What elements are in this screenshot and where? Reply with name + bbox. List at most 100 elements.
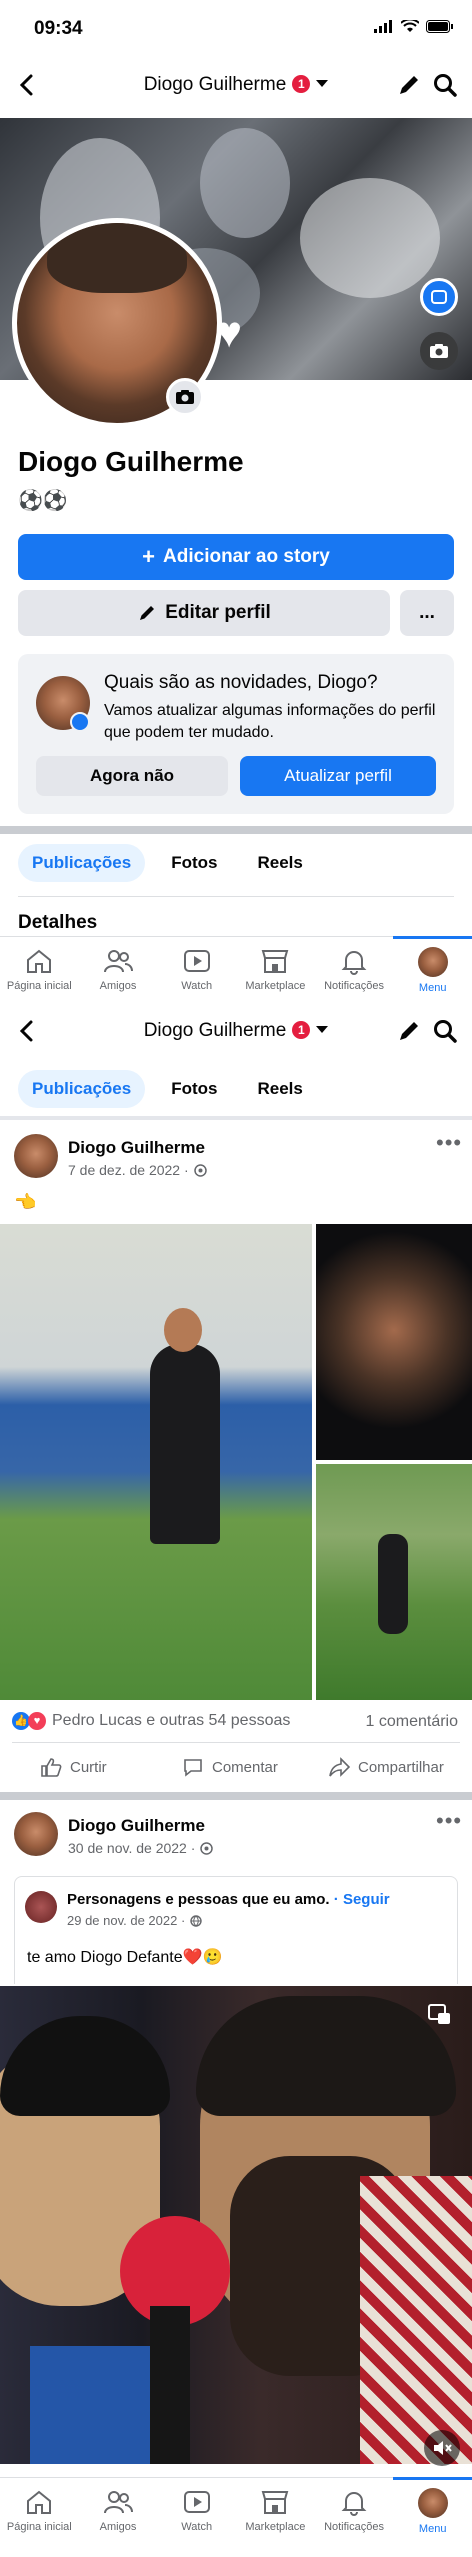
- globe-icon: [190, 1914, 202, 1927]
- shared-post-card[interactable]: Personagens e pessoas que eu amo. · Segu…: [14, 1876, 458, 1984]
- update-card-text: Vamos atualizar algumas informações do p…: [104, 702, 436, 741]
- more-options-button[interactable]: ...: [400, 590, 454, 636]
- home-icon: [27, 949, 52, 973]
- friends-privacy-icon: [193, 1163, 207, 1177]
- tab-posts[interactable]: Publicações: [18, 1070, 146, 1108]
- shared-page-header: Personagens e pessoas que eu amo. · Segu…: [67, 1891, 390, 1908]
- camera-icon: [176, 390, 194, 404]
- post-author-avatar[interactable]: [14, 1134, 58, 1178]
- signal-icon: [374, 20, 392, 33]
- section-divider: [0, 1116, 472, 1120]
- status-time: 09:34: [34, 18, 83, 39]
- menu-avatar: [417, 2488, 448, 2518]
- chevron-down-icon: [316, 80, 329, 87]
- search-icon[interactable]: [432, 72, 458, 98]
- post-text: 👈: [14, 1192, 37, 1212]
- divider: [18, 896, 454, 897]
- friends-icon: [104, 950, 133, 973]
- pencil-icon[interactable]: [396, 1018, 422, 1044]
- section-divider: [0, 826, 472, 834]
- profile-bio-emojis: ⚽⚽: [18, 490, 68, 512]
- pencil-icon[interactable]: [396, 72, 422, 98]
- share-button[interactable]: Compartilhar: [328, 1756, 444, 1778]
- cover-camera-button[interactable]: [420, 332, 458, 370]
- post-author-name[interactable]: Diogo Guilherme: [68, 1138, 205, 1158]
- bell-icon: [341, 951, 367, 975]
- status-icons: [374, 20, 454, 33]
- update-profile-card: Quais são as novidades, Diogo? Vamos atu…: [18, 654, 454, 814]
- post-date[interactable]: 30 de nov. de 2022 ·: [68, 1840, 214, 1856]
- post-options-icon[interactable]: •••: [436, 1808, 462, 1834]
- menu-avatar: [417, 947, 448, 977]
- notification-badge: 1: [292, 75, 311, 93]
- tab-reels[interactable]: Reels: [244, 1070, 317, 1108]
- tab-photos[interactable]: Fotos: [157, 844, 231, 882]
- love-reaction-icon: ♥: [28, 1712, 46, 1730]
- picture-in-picture-icon[interactable]: [428, 2004, 452, 2026]
- details-heading: Detalhes: [18, 912, 98, 933]
- pencil-badge-icon: [70, 712, 90, 732]
- update-card-title: Quais são as novidades, Diogo?: [104, 672, 378, 693]
- speaker-muted-icon: [434, 2441, 452, 2455]
- post-author-avatar[interactable]: [14, 1812, 58, 1856]
- post-video[interactable]: [0, 1986, 472, 2464]
- post-options-icon[interactable]: •••: [436, 1130, 462, 1156]
- story-icon: [431, 290, 447, 304]
- marketplace-icon: [262, 950, 289, 973]
- home-icon: [27, 2490, 52, 2514]
- update-profile-button[interactable]: Atualizar perfil: [240, 756, 436, 796]
- thumbs-up-icon: [41, 1758, 62, 1777]
- cover-story-button[interactable]: [420, 278, 458, 316]
- comment-icon: [184, 1759, 202, 1777]
- profile-tabs: Publicações Fotos Reels: [18, 844, 317, 882]
- chevron-down-icon: [316, 1026, 329, 1033]
- bell-icon: [341, 2492, 367, 2516]
- status-bar: 09:34: [0, 0, 472, 58]
- notification-badge: 1: [292, 1021, 311, 1039]
- post-photo-3[interactable]: [316, 1464, 472, 1700]
- nav-friends[interactable]: Amigos: [79, 2478, 158, 2557]
- nav-menu[interactable]: Menu: [393, 2477, 472, 2557]
- search-icon[interactable]: [432, 1018, 458, 1044]
- friends-privacy-icon: [200, 1841, 214, 1855]
- follow-link[interactable]: · Seguir: [334, 1891, 390, 1908]
- shared-page-avatar[interactable]: [25, 1891, 57, 1923]
- pencil-icon: [140, 606, 155, 620]
- profile-header: Diogo Guilherme 1: [0, 58, 472, 114]
- watch-icon: [183, 950, 210, 972]
- tab-reels[interactable]: Reels: [244, 844, 317, 882]
- friends-icon: [104, 2491, 133, 2514]
- tab-posts[interactable]: Publicações: [18, 844, 146, 882]
- reactions-summary[interactable]: 👍 ♥ Pedro Lucas e outras 54 pessoas: [12, 1712, 290, 1730]
- shared-page-name[interactable]: Personagens e pessoas que eu amo.: [67, 1891, 330, 1908]
- profile-name: Diogo Guilherme: [18, 446, 244, 477]
- tab-photos[interactable]: Fotos: [157, 1070, 231, 1108]
- nav-notifications[interactable]: Notificações: [315, 2478, 394, 2557]
- shared-post-text: te amo Diogo Defante❤️🥲: [27, 1949, 223, 1966]
- post-photo-1[interactable]: [0, 1224, 312, 1700]
- plus-icon: +: [142, 544, 156, 569]
- profile-camera-button[interactable]: [166, 378, 204, 416]
- post-date[interactable]: 7 de dez. de 2022 ·: [68, 1162, 207, 1178]
- comments-count[interactable]: 1 comentário: [366, 1713, 459, 1731]
- divider: [12, 1742, 460, 1743]
- comment-button[interactable]: Comentar: [182, 1756, 278, 1778]
- edit-profile-button[interactable]: Editar perfil: [18, 590, 390, 636]
- battery-icon: [426, 20, 453, 33]
- shared-post-date[interactable]: 29 de nov. de 2022 ·: [67, 1913, 202, 1928]
- share-icon: [329, 1757, 350, 1777]
- mute-button[interactable]: [424, 2430, 460, 2466]
- post-author-name[interactable]: Diogo Guilherme: [68, 1816, 205, 1836]
- add-story-button[interactable]: + Adicionar ao story: [18, 534, 454, 580]
- watch-icon: [183, 2491, 210, 2513]
- wifi-icon: [401, 20, 419, 32]
- post-photo-2[interactable]: [316, 1224, 472, 1460]
- not-now-button[interactable]: Agora não: [36, 756, 228, 796]
- camera-icon: [430, 344, 448, 358]
- nav-marketplace[interactable]: Marketplace: [236, 2478, 315, 2557]
- marketplace-icon: [262, 2491, 289, 2514]
- nav-watch[interactable]: Watch: [157, 2478, 236, 2557]
- profile-tabs-scrolled: Publicações Fotos Reels: [18, 1070, 317, 1108]
- like-button[interactable]: Curtir: [40, 1756, 107, 1778]
- nav-home[interactable]: Página inicial: [0, 2478, 79, 2557]
